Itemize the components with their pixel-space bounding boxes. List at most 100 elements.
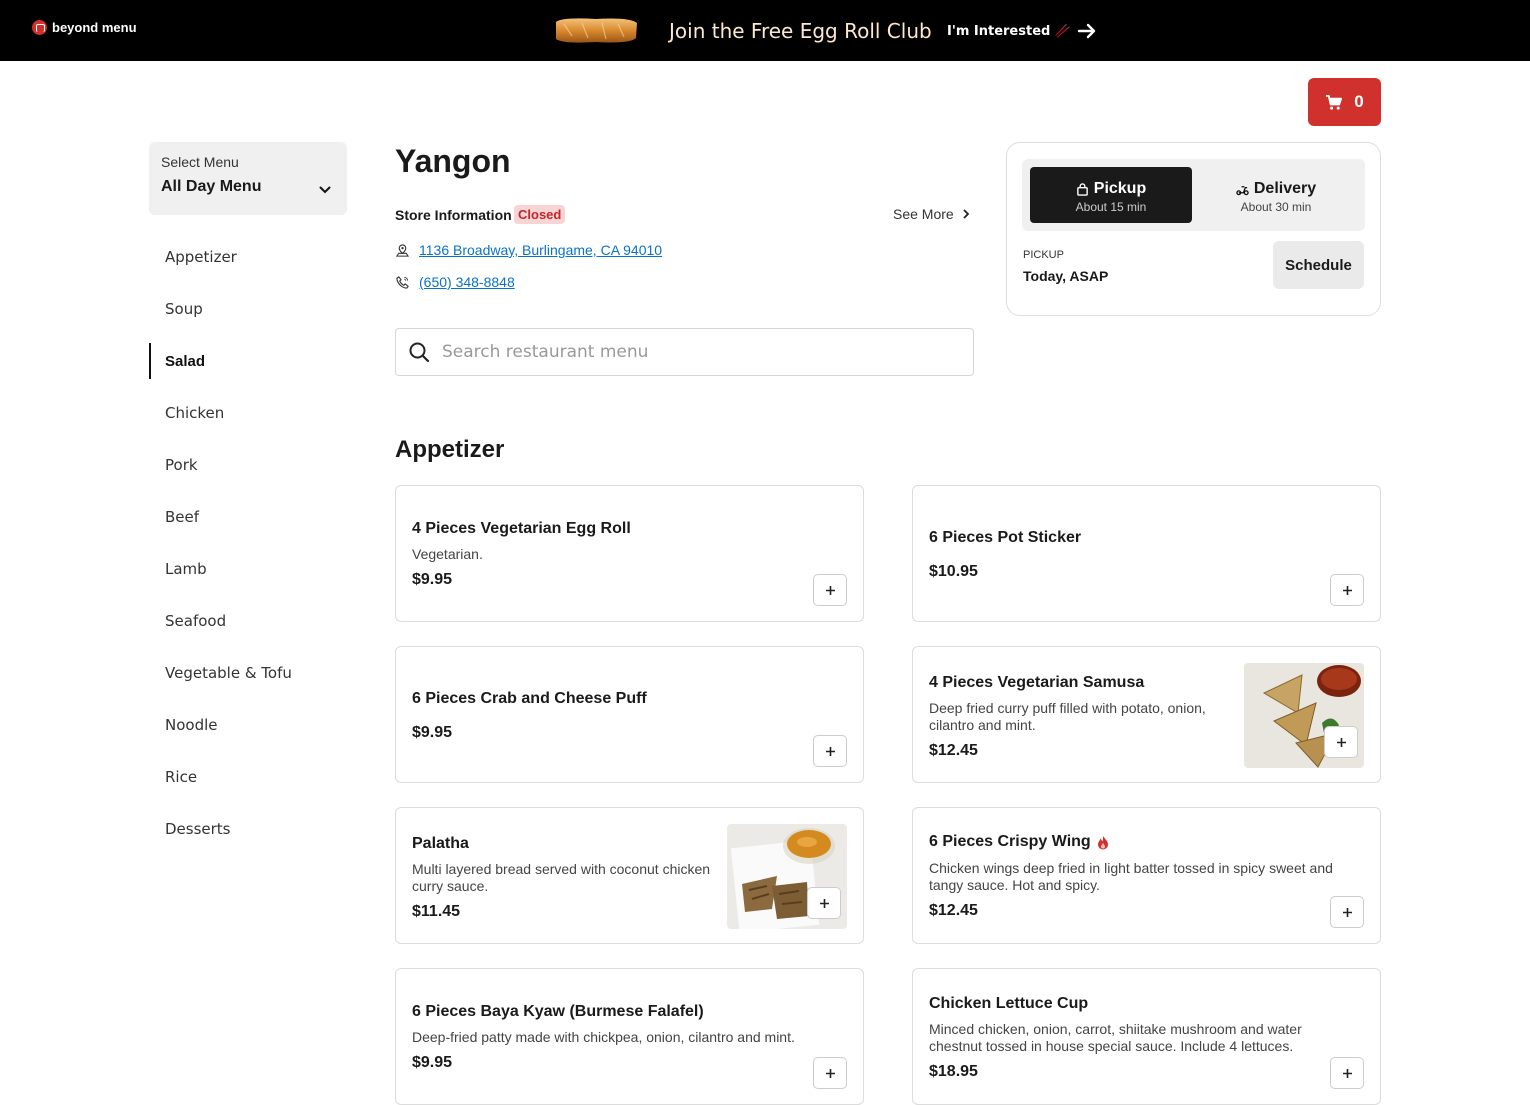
item-description: Deep fried curry puff filled with potato…	[929, 700, 1206, 733]
item-price: $9.95	[412, 571, 453, 588]
category-rice[interactable]: Rice	[149, 751, 347, 803]
store-info-label: Store Information	[395, 207, 512, 223]
item-price: $18.95	[929, 1063, 978, 1080]
menu-item-card[interactable]: 6 Pieces Crab and Cheese Puff $9.95	[395, 646, 864, 783]
shopping-bag-icon	[1076, 182, 1088, 196]
cart-button[interactable]: 0	[1308, 78, 1381, 126]
arrow-right-icon	[1077, 23, 1096, 39]
menu-select-dropdown[interactable]: Select Menu All Day Menu	[149, 142, 347, 215]
add-item-button[interactable]	[813, 574, 847, 606]
plus-icon	[1342, 1068, 1352, 1078]
menu-item-card[interactable]: Chicken Lettuce Cup Minced chicken, onio…	[912, 968, 1381, 1105]
order-mode-toggle: Pickup About 15 min Delivery About 30 mi…	[1022, 159, 1365, 231]
logo-icon	[32, 20, 47, 35]
item-name-text: 6 Pieces Crispy Wing	[929, 833, 1091, 850]
add-item-button[interactable]	[1330, 574, 1364, 606]
status-badge: Closed	[514, 205, 566, 224]
im-interested-button[interactable]: I'm Interested 🥢	[947, 21, 1097, 41]
menu-item-card[interactable]: Palatha Multi layered bread served with …	[395, 807, 864, 944]
add-item-button[interactable]	[813, 1057, 847, 1089]
item-description: Multi layered bread served with coconut …	[412, 861, 711, 894]
category-salad[interactable]: Salad	[149, 335, 347, 387]
scooter-icon	[1236, 185, 1249, 195]
item-price: $12.45	[929, 902, 978, 919]
delivery-option[interactable]: Delivery About 30 min	[1195, 167, 1357, 223]
category-soup[interactable]: Soup	[149, 283, 347, 335]
chevron-right-icon	[963, 209, 969, 219]
item-price: $11.45	[412, 903, 461, 920]
menu-item-card[interactable]: 6 Pieces Crispy Wing Chicken wings deep …	[912, 807, 1381, 944]
category-lamb[interactable]: Lamb	[149, 543, 347, 595]
phone-link[interactable]: (650) 348-8848	[419, 274, 515, 290]
address-row: 1136 Broadway, Burlingame, CA 94010	[395, 242, 662, 258]
search-input[interactable]	[442, 342, 942, 362]
phone-row: (650) 348-8848	[395, 274, 515, 290]
item-price: $9.95	[412, 724, 453, 741]
plus-icon	[1342, 907, 1352, 917]
see-more-link[interactable]: See More	[893, 206, 970, 222]
cart-icon	[1326, 94, 1343, 110]
plus-icon	[1336, 737, 1346, 747]
item-price: $10.95	[929, 563, 978, 580]
chevron-down-icon	[319, 186, 331, 194]
add-item-button[interactable]	[1330, 1057, 1364, 1089]
phone-icon	[396, 275, 409, 289]
promo-banner: beyond menu Join the Free Egg Roll Club …	[0, 0, 1530, 61]
item-description: Chicken wings deep fried in light batter…	[929, 860, 1333, 893]
item-name: Palatha	[412, 835, 469, 852]
add-item-button[interactable]	[807, 887, 841, 919]
plus-icon	[819, 898, 829, 908]
egg-roll-image	[556, 18, 637, 43]
see-more-label: See More	[893, 206, 954, 222]
promo-title: Join the Free Egg Roll Club	[669, 19, 932, 43]
pickup-label: Pickup	[1093, 180, 1147, 197]
item-name: 4 Pieces Vegetarian Samusa	[929, 674, 1145, 691]
store-name: Yangon	[395, 143, 511, 179]
category-noodle[interactable]: Noodle	[149, 699, 347, 751]
schedule-button[interactable]: Schedule	[1273, 241, 1364, 289]
schedule-caption: PICKUP	[1023, 249, 1064, 261]
spicy-flame-icon	[1097, 835, 1108, 849]
plus-icon	[825, 1068, 835, 1078]
section-title: Appetizer	[395, 436, 505, 463]
category-desserts[interactable]: Desserts	[149, 803, 347, 855]
item-description: Vegetarian.	[412, 546, 483, 562]
order-panel: Pickup About 15 min Delivery About 30 mi…	[1006, 142, 1381, 316]
cta-label: I'm Interested 🥢	[947, 23, 1072, 39]
category-seafood[interactable]: Seafood	[149, 595, 347, 647]
category-pork[interactable]: Pork	[149, 439, 347, 491]
pickup-time: About 15 min	[1075, 200, 1147, 214]
pickup-option[interactable]: Pickup About 15 min	[1030, 167, 1192, 223]
item-name: 6 Pieces Crab and Cheese Puff	[412, 690, 647, 707]
plus-icon	[1342, 585, 1352, 595]
menu-item-card[interactable]: 4 Pieces Vegetarian Samusa Deep fried cu…	[912, 646, 1381, 783]
item-name: 4 Pieces Vegetarian Egg Roll	[412, 520, 631, 537]
location-pin-icon	[395, 243, 410, 257]
item-price: $12.45	[929, 742, 978, 759]
address-link[interactable]: 1136 Broadway, Burlingame, CA 94010	[419, 242, 662, 258]
menu-select-value: All Day Menu	[161, 178, 262, 195]
item-name: 6 Pieces Crispy Wing	[929, 833, 1109, 851]
item-description: Deep-fried patty made with chickpea, oni…	[412, 1029, 795, 1045]
item-name: 6 Pieces Baya Kyaw (Burmese Falafel)	[412, 1003, 704, 1020]
schedule-value: Today, ASAP	[1023, 268, 1109, 284]
delivery-time: About 30 min	[1240, 200, 1312, 214]
item-description: Minced chicken, onion, carrot, shiitake …	[929, 1021, 1302, 1054]
search-bar	[395, 328, 974, 376]
cart-count: 0	[1354, 92, 1364, 111]
logo-text: beyond menu	[52, 20, 137, 35]
menu-item-card[interactable]: 4 Pieces Vegetarian Egg Roll Vegetarian.…	[395, 485, 864, 622]
item-name: 6 Pieces Pot Sticker	[929, 529, 1082, 546]
item-price: $9.95	[412, 1054, 453, 1071]
menu-item-card[interactable]: 6 Pieces Baya Kyaw (Burmese Falafel) Dee…	[395, 968, 864, 1105]
category-chicken[interactable]: Chicken	[149, 387, 347, 439]
category-appetizer[interactable]: Appetizer	[149, 231, 347, 283]
add-item-button[interactable]	[1330, 896, 1364, 928]
add-item-button[interactable]	[813, 735, 847, 767]
menu-item-card[interactable]: 6 Pieces Pot Sticker $10.95	[912, 485, 1381, 622]
add-item-button[interactable]	[1324, 726, 1358, 758]
beyond-menu-logo[interactable]: beyond menu	[32, 20, 137, 35]
category-beef[interactable]: Beef	[149, 491, 347, 543]
menu-select-label: Select Menu	[161, 154, 239, 170]
category-vegetable-tofu[interactable]: Vegetable & Tofu	[149, 647, 347, 699]
